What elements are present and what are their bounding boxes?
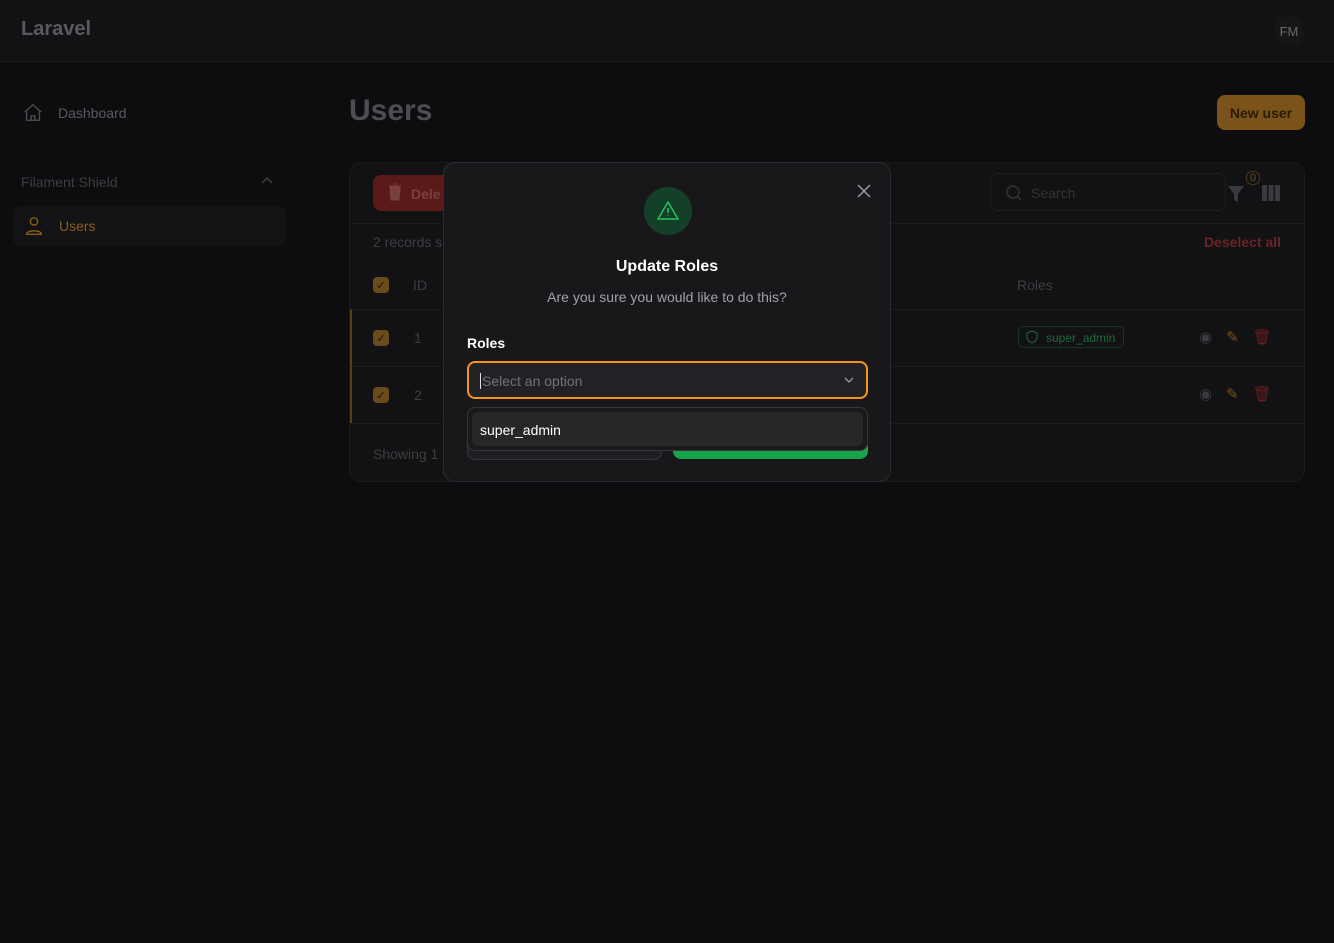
- selection-count: 2 records s: [373, 234, 443, 250]
- column-header-roles: Roles: [1017, 277, 1053, 293]
- role-badge-label: super_admin: [1046, 331, 1116, 345]
- row-id: 2: [414, 387, 422, 403]
- brand-logo[interactable]: Laravel: [21, 18, 91, 41]
- row-actions: ◉ ✎ 🗑: [1199, 328, 1272, 346]
- warning-icon-circle: [644, 187, 692, 235]
- user-avatar[interactable]: FM: [1274, 16, 1304, 46]
- trash-icon: [389, 183, 401, 201]
- search-icon: [1006, 185, 1022, 201]
- select-placeholder: Select an option: [480, 373, 583, 389]
- view-icon[interactable]: ◉: [1199, 328, 1212, 346]
- update-roles-modal: Update Roles Are you sure you would like…: [443, 162, 891, 482]
- filter-icon[interactable]: [1227, 185, 1245, 203]
- page-title: Users: [349, 94, 433, 127]
- column-header-id[interactable]: ID: [413, 277, 427, 293]
- topbar: Laravel FM: [0, 0, 1334, 62]
- deselect-all-link[interactable]: Deselect all: [1204, 234, 1281, 250]
- edit-icon[interactable]: ✎: [1226, 328, 1239, 346]
- row-checkbox[interactable]: ✓: [373, 387, 389, 403]
- modal-subtitle: Are you sure you would like to do this?: [547, 289, 787, 305]
- row-actions: ◉ ✎ 🗑: [1199, 385, 1272, 403]
- warning-icon: [657, 201, 679, 220]
- chevron-up-icon[interactable]: [260, 176, 274, 186]
- filter-count-badge: 0: [1246, 171, 1261, 185]
- roles-select[interactable]: Select an option: [467, 361, 868, 399]
- modal-title: Update Roles: [615, 258, 719, 275]
- new-user-button[interactable]: New user: [1217, 95, 1305, 130]
- home-icon: [24, 103, 42, 122]
- edit-icon[interactable]: ✎: [1226, 385, 1239, 403]
- search-placeholder: Search: [1031, 185, 1076, 201]
- user-icon: [25, 217, 43, 235]
- close-icon[interactable]: [856, 183, 872, 199]
- row-checkbox[interactable]: ✓: [373, 330, 389, 346]
- roles-dropdown: super_admin: [467, 407, 868, 451]
- view-icon[interactable]: ◉: [1199, 385, 1212, 403]
- select-all-checkbox[interactable]: ✓: [373, 277, 389, 293]
- sidebar-group-label[interactable]: Filament Shield: [21, 174, 118, 190]
- dropdown-option[interactable]: super_admin: [472, 412, 863, 446]
- search-input[interactable]: Search: [990, 173, 1226, 211]
- pagination-summary: Showing 1: [373, 446, 439, 462]
- columns-icon[interactable]: [1262, 185, 1280, 201]
- sidebar-item-dashboard[interactable]: Dashboard: [22, 102, 127, 124]
- shield-check-icon: [1026, 330, 1038, 344]
- delete-icon[interactable]: 🗑: [1253, 385, 1272, 403]
- bulk-delete-label: Dele: [411, 186, 441, 202]
- roles-field-label: Roles: [467, 335, 506, 351]
- sidebar-label: Users: [59, 218, 96, 234]
- sidebar-item-users[interactable]: Users: [13, 206, 286, 246]
- chevron-down-icon[interactable]: [844, 377, 854, 384]
- delete-icon[interactable]: 🗑: [1253, 328, 1272, 346]
- sidebar-label: Dashboard: [58, 105, 127, 121]
- row-id: 1: [414, 330, 422, 346]
